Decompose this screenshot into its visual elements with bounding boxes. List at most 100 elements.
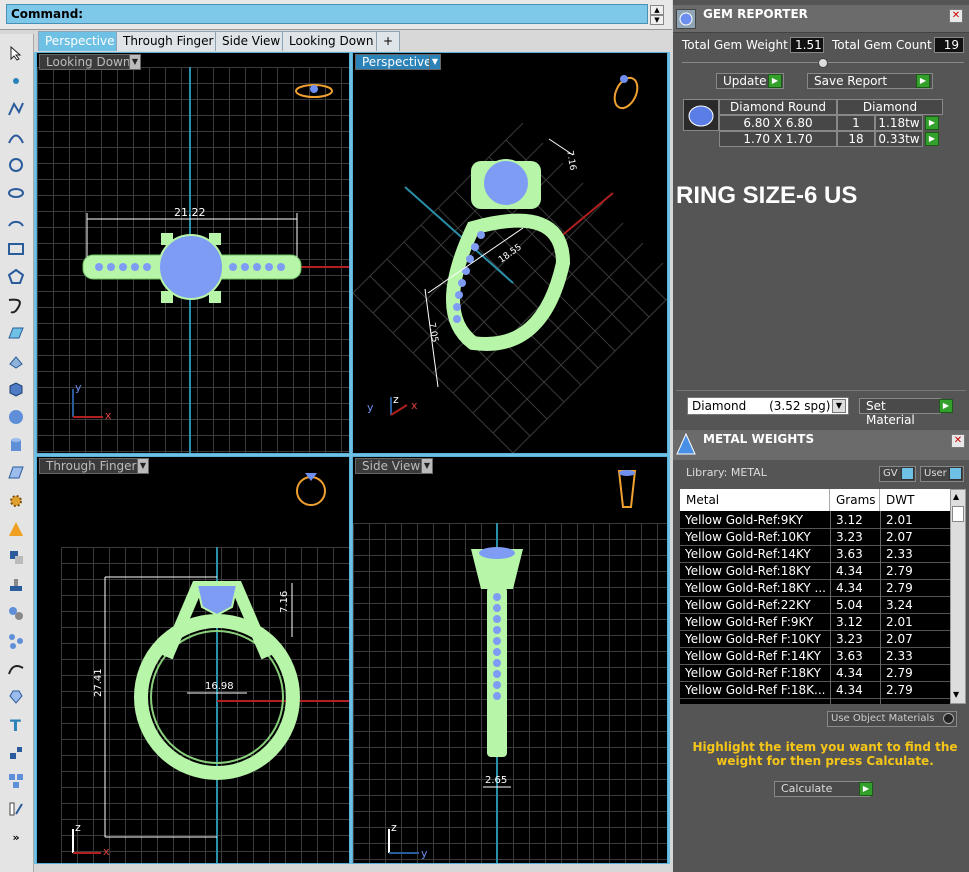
play-icon[interactable]: ▶: [859, 782, 873, 796]
viewport-label-looking-down[interactable]: Looking Down: [39, 54, 138, 70]
play-icon[interactable]: ▶: [768, 74, 782, 88]
save-report-button[interactable]: Save Report: [807, 73, 933, 89]
table-row[interactable]: Yellow Gold-Ref F:18KY 4.34 2.79: [680, 665, 950, 682]
viewport-side-view[interactable]: 2.65 z y Side View ▼: [352, 456, 668, 864]
chevron-down-icon[interactable]: ▼: [832, 399, 846, 413]
scroll-up-icon[interactable]: ▲: [650, 5, 664, 15]
rectangle-icon[interactable]: [4, 238, 28, 260]
material-select-value: Diamond (3.52 spg): [692, 399, 831, 413]
scroll-down-icon[interactable]: ▼: [953, 690, 959, 699]
metal-dwt: 2.33: [886, 649, 913, 663]
table-row[interactable]: Yellow Gold-Ref F:18K... 4.34 2.79: [680, 682, 950, 699]
set-material-button[interactable]: Set Material: [859, 398, 941, 427]
dwt-column-header[interactable]: DWT: [880, 489, 950, 511]
close-icon[interactable]: ✕: [951, 434, 965, 448]
add-tab-button[interactable]: +: [376, 31, 401, 51]
chevron-down-icon[interactable]: ▼: [421, 458, 433, 474]
tab-through-finger[interactable]: Through Finger: [116, 31, 221, 51]
viewport-looking-down[interactable]: 21.22 y x Looking Down ▼: [36, 52, 350, 454]
extrude-icon[interactable]: [4, 350, 28, 372]
layout-icon[interactable]: [4, 770, 28, 792]
toggle-icon[interactable]: [949, 467, 962, 480]
boolean-icon[interactable]: [4, 518, 28, 540]
group-icon[interactable]: [4, 602, 28, 624]
chevron-down-icon[interactable]: ▼: [429, 54, 441, 70]
viewport-perspective[interactable]: 18.55 7.05 7.16 y z x Perspective ▼: [352, 52, 668, 454]
table-row[interactable]: Yellow Gold-Ref:10KY 3.23 2.07: [680, 529, 950, 546]
tab-perspective[interactable]: Perspective: [38, 31, 122, 51]
viewport-label-through-finger[interactable]: Through Finger: [39, 458, 144, 474]
more-tools-icon[interactable]: »: [4, 826, 28, 848]
mesh-icon[interactable]: [4, 462, 28, 484]
metal-grams: 3.63: [836, 547, 863, 561]
toggle-icon[interactable]: [901, 467, 914, 480]
play-icon[interactable]: ▶: [939, 399, 953, 413]
cylinder-icon[interactable]: [4, 434, 28, 456]
table-row[interactable]: Yellow Gold-Ref:22KY 5.04 3.24: [680, 597, 950, 614]
gem-row-count[interactable]: 18: [837, 131, 875, 147]
tab-looking-down[interactable]: Looking Down: [282, 31, 381, 51]
table-row[interactable]: Yellow Gold-Ref F:10KY 3.23 2.07: [680, 631, 950, 648]
polygon-icon[interactable]: [4, 266, 28, 288]
gem-row-weight[interactable]: 1.18tw: [875, 115, 923, 131]
grams-column-header[interactable]: Grams: [830, 489, 880, 511]
gem-row-weight[interactable]: 0.33tw: [875, 131, 923, 147]
command-input[interactable]: Command:: [6, 4, 648, 24]
table-row[interactable]: Yellow Gold-Ref:14KY 3.63 2.33: [680, 546, 950, 563]
radio-icon[interactable]: [943, 713, 954, 724]
gem-row-size[interactable]: 6.80 X 6.80: [719, 115, 837, 131]
ellipse-icon[interactable]: [4, 182, 28, 204]
viewport-label-perspective[interactable]: Perspective: [355, 54, 439, 70]
use-object-materials-toggle[interactable]: Use Object Materials: [827, 711, 957, 727]
viewport-label-side-view[interactable]: Side View: [355, 458, 428, 474]
box-icon[interactable]: [4, 378, 28, 400]
select-arrow-icon[interactable]: [4, 42, 28, 64]
total-count-value: 19: [934, 37, 964, 53]
chevron-down-icon[interactable]: ▼: [137, 458, 149, 474]
user-label: User: [924, 468, 947, 479]
play-icon[interactable]: ▶: [916, 74, 930, 88]
align-icon[interactable]: [4, 574, 28, 596]
table-row[interactable]: Yellow Gold-Ref F:9KY 3.12 2.01: [680, 614, 950, 631]
snap-icon[interactable]: [4, 742, 28, 764]
freeform-icon[interactable]: [4, 294, 28, 316]
transform-icon[interactable]: [4, 546, 28, 568]
gem-tool-icon[interactable]: [4, 686, 28, 708]
gem-row-count[interactable]: 1: [837, 115, 875, 131]
text-icon[interactable]: T: [4, 714, 28, 736]
sphere-icon[interactable]: [4, 406, 28, 428]
surface-icon[interactable]: [4, 322, 28, 344]
close-icon[interactable]: ✕: [949, 9, 963, 23]
play-icon[interactable]: ▶: [925, 116, 939, 130]
curve-icon[interactable]: [4, 126, 28, 148]
metal-grams: 5.04: [836, 598, 863, 612]
material-select[interactable]: Diamond (3.52 spg): [687, 397, 849, 415]
table-row[interactable]: Yellow Gold-Ref:18KY ... 4.34 2.79: [680, 580, 950, 597]
calculate-button[interactable]: Calculate: [774, 781, 870, 797]
circle-icon[interactable]: [4, 154, 28, 176]
play-icon[interactable]: ▶: [925, 132, 939, 146]
scroll-up-icon[interactable]: ▲: [953, 492, 959, 501]
save-report-label: Save Report: [814, 74, 888, 88]
scroll-down-icon[interactable]: ▼: [650, 15, 664, 25]
total-count-label: Total Gem Count: [832, 38, 932, 52]
slider-handle[interactable]: [818, 58, 828, 68]
gem-row-size[interactable]: 1.70 X 1.70: [719, 131, 837, 147]
table-row[interactable]: Yellow Gold-Ref F:14KY 3.63 2.33: [680, 648, 950, 665]
scroll-thumb[interactable]: [952, 506, 964, 522]
chevron-down-icon[interactable]: ▼: [129, 54, 141, 70]
point-icon[interactable]: [4, 70, 28, 92]
rail-icon[interactable]: [4, 658, 28, 680]
table-row[interactable]: Yellow Gold-Ref:9KY 3.12 2.01: [680, 512, 950, 529]
gear-icon[interactable]: [4, 490, 28, 512]
measure-icon[interactable]: [4, 798, 28, 820]
viewport-through-finger[interactable]: 27.41 16.98 7.16 z x Through Finger ▼: [36, 456, 350, 864]
polyline-icon[interactable]: [4, 98, 28, 120]
metal-column-header[interactable]: Metal: [680, 489, 830, 511]
metal-table-scrollbar[interactable]: ▲ ▼: [950, 489, 966, 704]
table-row[interactable]: Yellow Gold-Ref:18KY 4.34 2.79: [680, 563, 950, 580]
array-icon[interactable]: [4, 630, 28, 652]
ring-thumbnail-icon: [296, 473, 326, 506]
arc-icon[interactable]: [4, 210, 28, 232]
tab-side-view[interactable]: Side View: [215, 31, 288, 51]
